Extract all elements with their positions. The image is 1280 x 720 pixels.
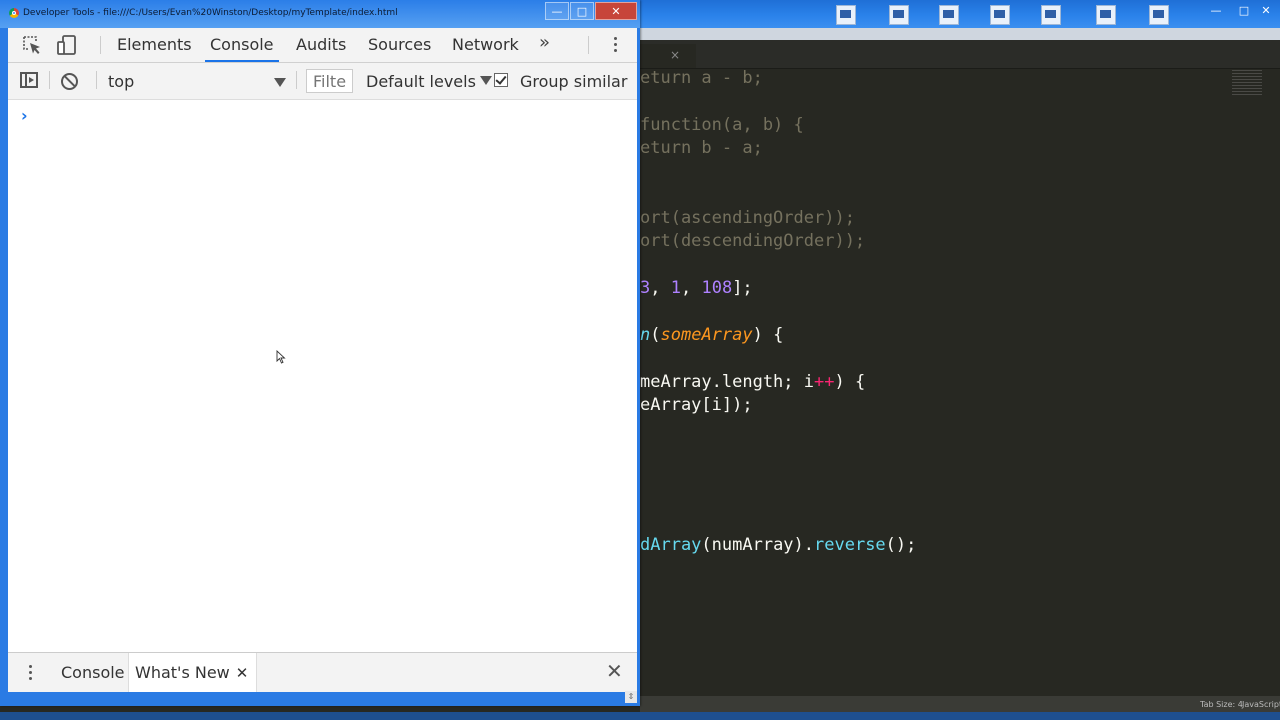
code-line: eturn b - a;	[640, 138, 763, 158]
close-button[interactable]: ✕	[595, 2, 637, 20]
folder-icon[interactable]	[836, 5, 856, 25]
minimap[interactable]	[1232, 70, 1262, 96]
tab-console[interactable]: Console	[205, 28, 279, 62]
devtools-window: Developer Tools - file:///C:/Users/Evan%…	[0, 0, 640, 706]
filter-input[interactable]	[306, 69, 353, 93]
more-tabs-button[interactable]: »	[539, 32, 550, 53]
window-titlebar[interactable]: Developer Tools - file:///C:/Users/Evan%…	[0, 0, 640, 28]
code-line: function(a, b) {	[640, 115, 804, 135]
code-token: ,	[680, 278, 702, 298]
close-icon[interactable]: ✕	[1258, 4, 1274, 18]
context-selector[interactable]: top	[108, 71, 286, 93]
drawer-tab-console[interactable]: Console	[61, 653, 125, 693]
dot	[614, 37, 617, 40]
tab-network[interactable]: Network	[452, 28, 519, 61]
folder-icon[interactable]	[1096, 5, 1116, 25]
code-token: ) {	[834, 372, 866, 392]
code-token: 1	[670, 278, 681, 298]
dropdown-arrow-icon	[479, 76, 492, 85]
folder-icon[interactable]	[1041, 5, 1061, 25]
window-bottom-border	[8, 692, 637, 702]
code-line: dArray(numArray).reverse();	[640, 535, 916, 555]
editor-tab[interactable]	[640, 44, 696, 68]
console-prompt-icon[interactable]: ›	[21, 106, 28, 125]
dropdown-arrow-icon	[274, 78, 286, 87]
tab-size-indicator[interactable]: Tab Size: 4	[1200, 700, 1243, 709]
dot	[614, 49, 617, 52]
code-line: eturn a - b;	[640, 68, 763, 88]
drawer-tab-label: What's New	[135, 663, 230, 682]
code-token: ,	[650, 278, 671, 298]
folder-icon[interactable]	[990, 5, 1010, 25]
code-token: dArray	[640, 535, 702, 555]
code-token: n	[640, 325, 651, 345]
maximize-icon[interactable]: □	[1236, 4, 1252, 18]
dot	[29, 665, 32, 668]
tab-elements[interactable]: Elements	[117, 28, 192, 61]
toolbar-divider	[588, 36, 589, 54]
code-token: ];	[732, 278, 753, 298]
maximize-button[interactable]: □	[570, 2, 594, 20]
tab-sources[interactable]: Sources	[368, 28, 431, 61]
code-token: someArray	[660, 325, 753, 345]
code-line: eArray[i]);	[640, 395, 753, 415]
show-sidebar-icon[interactable]	[20, 72, 38, 88]
group-similar-label[interactable]: Group similar	[520, 71, 627, 93]
resize-grip-icon[interactable]: ⇕	[625, 691, 637, 703]
inspect-element-icon[interactable]	[21, 34, 43, 56]
more-options-icon[interactable]	[610, 36, 622, 54]
code-token: (numArray).	[701, 535, 815, 555]
context-value: top	[108, 72, 135, 91]
code-token: ++	[814, 372, 835, 392]
code-token: (	[650, 325, 661, 345]
minimize-icon[interactable]: —	[1208, 4, 1224, 18]
code-line: 3, 1, 108];	[640, 278, 753, 298]
drawer: Console What's New ✕ ✕	[8, 652, 637, 693]
mouse-cursor-icon	[276, 350, 286, 364]
window-title: Developer Tools - file:///C:/Users/Evan%…	[23, 8, 398, 18]
folder-icon[interactable]	[1149, 5, 1169, 25]
tab-audits[interactable]: Audits	[296, 28, 346, 61]
code-line: ort(ascendingOrder));	[640, 208, 855, 228]
code-token: 108	[701, 278, 733, 298]
clear-console-icon[interactable]	[61, 73, 78, 90]
group-similar-checkbox[interactable]	[494, 73, 508, 87]
close-drawer-icon[interactable]: ✕	[606, 659, 623, 683]
minimize-button[interactable]: —	[545, 2, 569, 20]
toolbar-divider	[49, 71, 50, 89]
dot	[29, 671, 32, 674]
log-levels-dropdown[interactable]: Default levels	[366, 71, 492, 93]
devtools-body: Elements Console Audits Sources Network …	[8, 28, 637, 693]
close-tab-icon[interactable]: ✕	[236, 664, 249, 682]
syntax-indicator[interactable]: JavaScript	[1242, 700, 1280, 709]
code-token: 3	[640, 278, 651, 298]
code-token: meArray.length; i	[640, 372, 814, 392]
drawer-menu-icon[interactable]	[28, 663, 34, 683]
dot	[29, 677, 32, 680]
folder-icon[interactable]	[889, 5, 909, 25]
code-line: meArray.length; i++) {	[640, 372, 865, 392]
main-toolbar: Elements Console Audits Sources Network …	[8, 28, 637, 63]
drawer-tab-whats-new[interactable]: What's New ✕	[128, 653, 258, 693]
taskbar	[0, 712, 1280, 720]
code-token: ();	[885, 535, 917, 555]
toolbar-divider	[296, 71, 297, 89]
code-line: ort(descendingOrder));	[640, 231, 866, 251]
console-output[interactable]: ›	[8, 100, 637, 652]
folder-icon[interactable]	[939, 5, 959, 25]
device-toolbar-icon[interactable]	[56, 34, 78, 56]
log-levels-label: Default levels	[366, 72, 476, 91]
toolbar-divider	[100, 36, 101, 54]
dot	[614, 43, 617, 46]
toolbar-divider	[96, 71, 97, 89]
console-toolbar: top Default levels Group similar	[8, 63, 637, 100]
chrome-icon	[9, 8, 19, 18]
code-token: reverse	[814, 535, 886, 555]
code-line: n(someArray) {	[640, 325, 783, 345]
tab-close-icon[interactable]: ×	[670, 48, 680, 62]
code-token: ) {	[752, 325, 784, 345]
